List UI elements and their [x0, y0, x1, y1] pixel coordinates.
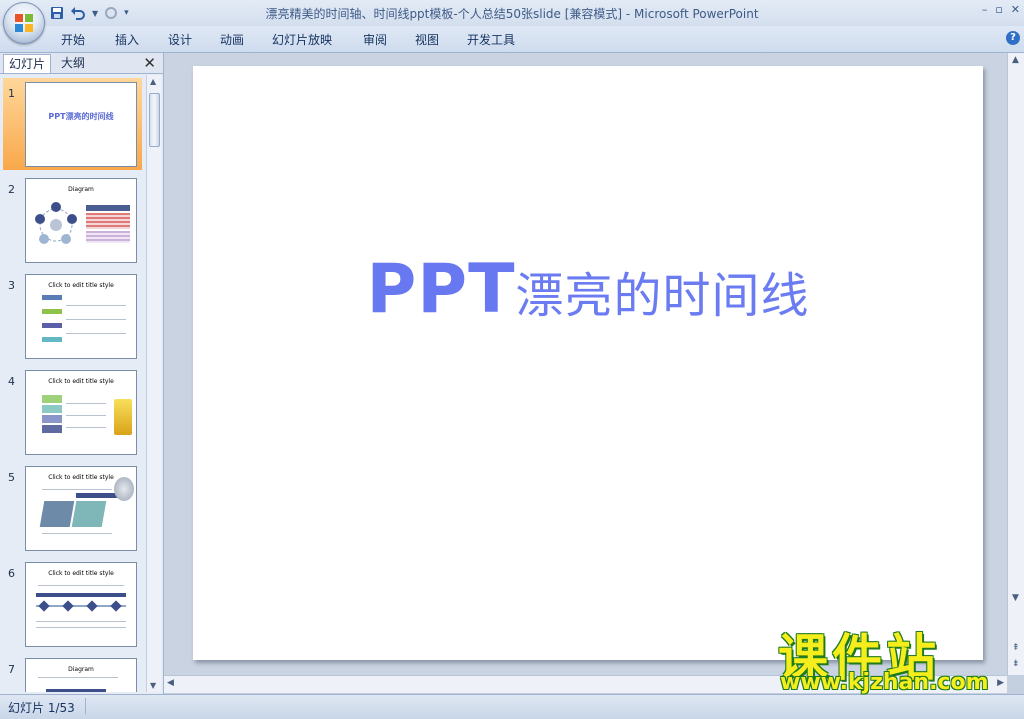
cycle-diagram-graphic — [35, 202, 77, 244]
slide-thumbnail-3[interactable]: Click to edit title style — [25, 274, 137, 359]
thumbnail-number: 7 — [8, 663, 15, 676]
thumbnail-number: 2 — [8, 183, 15, 196]
hex-graphic — [71, 501, 107, 527]
table-rows-graphic — [86, 231, 130, 243]
previous-slide-icon[interactable]: ⇞ — [1012, 643, 1020, 653]
title-bar: ▼ ▾ 漂亮精美的时间轴、时间线ppt模板-个人总结50张slide [兼容模式… — [0, 0, 1024, 44]
slide-editor: PPT漂亮的时间线 — [164, 53, 1007, 675]
thumbnail-list: 1 PPT漂亮的时间线 2 Diagram 3 Click to edit ti… — [0, 75, 146, 692]
window-title: 漂亮精美的时间轴、时间线ppt模板-个人总结50张slide [兼容模式] - … — [265, 7, 759, 21]
number-one-graphic — [114, 399, 132, 435]
header-bar — [36, 593, 126, 597]
timeline-block — [42, 309, 62, 314]
slide-thumbnail-6[interactable]: Click to edit title style — [25, 562, 137, 647]
ribbon-tabs: 开始 插入 设计 动画 幻灯片放映 审阅 视图 开发工具 ? — [0, 26, 1024, 53]
thumbnail-title: Diagram — [68, 666, 94, 673]
figure-graphic — [114, 477, 134, 501]
thumbnail-scrollbar[interactable]: ▲ ▼ — [146, 75, 161, 692]
milestone-marker — [110, 600, 122, 612]
text-line — [66, 403, 106, 404]
scroll-down-icon[interactable]: ▼ — [1012, 593, 1019, 603]
close-icon[interactable]: ✕ — [1011, 3, 1020, 16]
milestone-marker — [38, 600, 50, 612]
text-line — [42, 489, 112, 490]
tab-review[interactable]: 审阅 — [363, 31, 387, 48]
restore-icon[interactable]: ▫ — [995, 3, 1002, 16]
thumbnail-title: Click to edit title style — [48, 378, 114, 385]
watermark: 课件站 www.kjzhan.com — [770, 618, 1010, 698]
text-line — [66, 333, 126, 334]
scrollbar-thumb[interactable] — [149, 93, 160, 147]
status-separator — [85, 698, 86, 714]
tab-view[interactable]: 视图 — [415, 31, 439, 48]
slide-count: 幻灯片 1/53 — [8, 701, 75, 715]
panel-close-icon[interactable]: ✕ — [143, 54, 156, 72]
chevron-block — [42, 405, 62, 413]
office-logo-icon — [15, 14, 33, 32]
tab-design[interactable]: 设计 — [168, 31, 192, 48]
text-line — [42, 533, 112, 534]
table-header-graphic — [86, 205, 130, 211]
minimize-icon[interactable]: – — [982, 3, 988, 16]
chevron-block — [42, 425, 62, 433]
next-slide-icon[interactable]: ⇟ — [1012, 659, 1020, 669]
current-slide[interactable]: PPT漂亮的时间线 — [193, 66, 983, 660]
text-line — [36, 627, 126, 628]
slides-panel: 幻灯片 大纲 ✕ 1 PPT漂亮的时间线 2 Diagram 3 Click t… — [0, 53, 164, 694]
tab-insert[interactable]: 插入 — [115, 31, 139, 48]
slide-title[interactable]: PPT漂亮的时间线 — [193, 250, 983, 329]
thumbnail-number: 1 — [8, 87, 15, 100]
timeline-block — [42, 337, 62, 342]
panel-tabs: 幻灯片 大纲 ✕ — [0, 53, 163, 74]
milestone-marker — [62, 600, 74, 612]
help-icon[interactable]: ? — [1006, 31, 1020, 45]
timeline-block — [42, 295, 62, 300]
text-line — [66, 415, 106, 416]
window-controls: – ▫ ✕ — [982, 3, 1020, 16]
milestone-marker — [86, 600, 98, 612]
tab-slideshow[interactable]: 幻灯片放映 — [272, 31, 332, 48]
thumbnail-title: Diagram — [68, 186, 94, 193]
thumbnail-title: Click to edit title style — [48, 570, 114, 577]
text-line — [66, 427, 106, 428]
text-line — [36, 621, 126, 622]
hex-graphic — [39, 501, 75, 527]
text-line — [38, 677, 118, 678]
tab-home[interactable]: 开始 — [61, 31, 85, 48]
scroll-up-icon[interactable]: ▲ — [150, 77, 156, 86]
thumbnail-number: 6 — [8, 567, 15, 580]
header-bar — [76, 493, 118, 498]
office-button[interactable] — [3, 2, 45, 44]
scroll-down-icon[interactable]: ▼ — [150, 681, 156, 690]
table-rows-graphic — [86, 213, 130, 229]
thumbnail-number: 4 — [8, 375, 15, 388]
slide-thumbnail-5[interactable]: Click to edit title style — [25, 466, 137, 551]
tab-developer[interactable]: 开发工具 — [467, 31, 515, 48]
thumbnail-title: PPT漂亮的时间线 — [48, 112, 114, 121]
slide-thumbnail-2[interactable]: Diagram — [25, 178, 137, 263]
chevron-block — [42, 395, 62, 403]
watermark-url: www.kjzhan.com — [780, 670, 989, 695]
chevron-block — [42, 415, 62, 423]
header-bar — [46, 689, 106, 692]
text-line — [66, 319, 126, 320]
tab-outline[interactable]: 大纲 — [56, 54, 90, 72]
text-line — [38, 585, 124, 586]
tab-slides[interactable]: 幻灯片 — [3, 54, 52, 73]
tab-animation[interactable]: 动画 — [220, 31, 244, 48]
slide-thumbnail-7[interactable]: Diagram — [25, 658, 137, 692]
text-line — [66, 305, 126, 306]
slide-title-cjk: 漂亮的时间线 — [515, 268, 810, 324]
slide-thumbnail-4[interactable]: Click to edit title style — [25, 370, 137, 455]
thumbnail-number: 3 — [8, 279, 15, 292]
editor-vertical-scrollbar[interactable]: ▲ ▼ ⇞ ⇟ — [1007, 53, 1024, 675]
scroll-up-icon[interactable]: ▲ — [1012, 55, 1019, 65]
slide-thumbnail-1[interactable]: PPT漂亮的时间线 — [25, 82, 137, 167]
scroll-left-icon[interactable]: ◀ — [167, 678, 174, 688]
slide-title-latin: PPT — [366, 250, 516, 329]
thumbnail-number: 5 — [8, 471, 15, 484]
thumbnail-title: Click to edit title style — [48, 282, 114, 289]
timeline-block — [42, 323, 62, 328]
